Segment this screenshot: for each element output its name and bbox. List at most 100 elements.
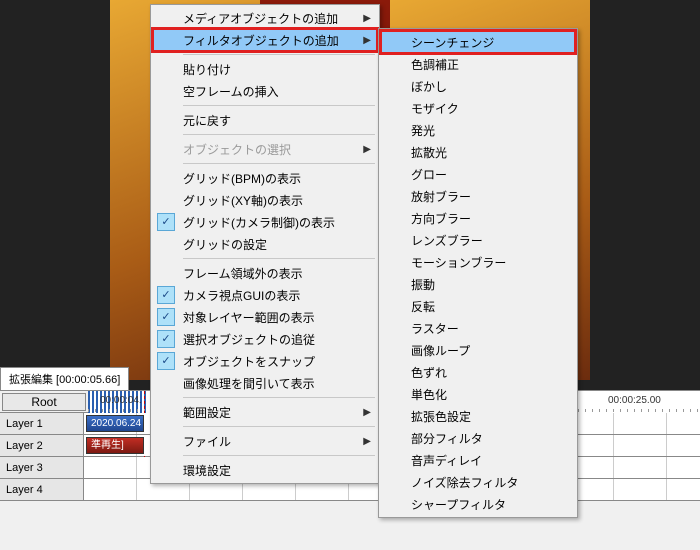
menu-item-label: 方向ブラー — [411, 210, 471, 227]
menu-item[interactable]: グリッドの設定 — [153, 233, 377, 255]
layer-label[interactable]: Layer 4 — [0, 479, 84, 500]
menu-item-label: グリッド(カメラ制御)の表示 — [183, 214, 335, 231]
menu-item-label: モーションブラー — [411, 254, 506, 271]
menu-item: オブジェクトの選択▶ — [153, 138, 377, 160]
menu-item-label: オブジェクトの選択 — [183, 141, 291, 158]
timeline-clip[interactable]: 2020.06.24 - — [86, 415, 144, 432]
menu-item[interactable]: 元に戻す — [153, 109, 377, 131]
menu-item-label: 色ずれ — [411, 364, 447, 381]
check-icon: ✓ — [157, 213, 175, 231]
menu-item[interactable]: メディアオブジェクトの追加 ▶ — [153, 7, 377, 29]
menu-item-label: フィルタオブジェクトの追加 — [183, 32, 339, 49]
check-icon: ✓ — [157, 308, 175, 326]
menu-separator — [183, 455, 375, 456]
menu-item[interactable]: モザイク — [381, 97, 575, 119]
menu-item[interactable]: カメラ視点GUIの表示✓ — [153, 284, 377, 306]
menu-item-label: 環境設定 — [183, 462, 231, 479]
menu-item[interactable]: 対象レイヤー範囲の表示 ✓ — [153, 306, 377, 328]
menu-item[interactable]: グリッド(XY軸)の表示 — [153, 189, 377, 211]
menu-separator — [183, 54, 375, 55]
menu-item[interactable]: 方向ブラー — [381, 207, 575, 229]
menu-item-label: 貼り付け — [183, 61, 231, 78]
menu-item[interactable]: ノイズ除去フィルタ — [381, 471, 575, 493]
chevron-right-icon: ▶ — [363, 407, 371, 418]
menu-item-label: カメラ視点GUIの表示 — [183, 287, 300, 304]
menu-item-label: 拡散光 — [411, 144, 447, 161]
chevron-right-icon: ▶ — [363, 13, 371, 24]
menu-item[interactable]: 色ずれ — [381, 361, 575, 383]
menu-item[interactable]: 画像処理を間引いて表示 — [153, 372, 377, 394]
menu-separator — [183, 134, 375, 135]
menu-item[interactable]: 拡張色設定 — [381, 405, 575, 427]
menu-item[interactable]: フレーム領域外の表示 — [153, 262, 377, 284]
menu-item-label: 元に戻す — [183, 112, 231, 129]
menu-item-label: 振動 — [411, 276, 435, 293]
menu-item-label: メディアオブジェクトの追加 — [183, 10, 338, 27]
menu-item-label: 音声ディレイ — [411, 452, 482, 469]
menu-item[interactable]: 範囲設定▶ — [153, 401, 377, 423]
context-menu-main[interactable]: メディアオブジェクトの追加 ▶ フィルタオブジェクトの追加 ▶ 貼り付け空フレームの挿入… — [150, 4, 380, 484]
menu-separator — [183, 163, 375, 164]
menu-item-label: ラスター — [411, 320, 459, 337]
layer-label[interactable]: Layer 2 — [0, 435, 84, 456]
menu-item[interactable]: 色調補正 — [381, 53, 575, 75]
menu-item[interactable]: フィルタオブジェクトの追加 ▶ — [153, 29, 377, 51]
menu-item[interactable]: 単色化 — [381, 383, 575, 405]
menu-item[interactable]: 貼り付け — [153, 58, 377, 80]
root-button[interactable]: Root — [2, 393, 86, 411]
menu-item[interactable]: グリッド(BPM)の表示 — [153, 167, 377, 189]
timeline-clip[interactable]: 準再生] — [86, 437, 144, 454]
menu-item-label: 単色化 — [411, 386, 447, 403]
menu-item-label: グリッド(BPM)の表示 — [183, 170, 301, 187]
menu-item-label: 画像ループ — [411, 342, 470, 359]
menu-separator — [183, 397, 375, 398]
ruler-time-1: 00:00:04. — [100, 395, 142, 406]
timeline-title: 拡張編集 [00:00:05.66] — [0, 367, 129, 391]
menu-item[interactable]: 放射ブラー — [381, 185, 575, 207]
menu-item-label: シーンチェンジ — [411, 34, 494, 51]
menu-separator — [183, 258, 375, 259]
menu-item[interactable]: 画像ループ — [381, 339, 575, 361]
menu-item-label: フレーム領域外の表示 — [183, 265, 303, 282]
menu-item-label: 対象レイヤー範囲の表示 — [183, 309, 315, 326]
menu-item-label: グリッド(XY軸)の表示 — [183, 192, 303, 209]
menu-item-label: グリッドの設定 — [183, 236, 267, 253]
menu-item[interactable]: オブジェクトをスナップ✓ — [153, 350, 377, 372]
context-submenu-filter[interactable]: シーンチェンジ色調補正ぼかしモザイク発光拡散光グロー放射ブラー方向ブラーレンズブ… — [378, 28, 578, 518]
menu-item[interactable]: 発光 — [381, 119, 575, 141]
menu-item[interactable]: ファイル ▶ — [153, 430, 377, 452]
menu-item[interactable]: ぼかし — [381, 75, 575, 97]
menu-item-label: ノイズ除去フィルタ — [411, 474, 518, 491]
menu-item-label: ぼかし — [411, 78, 447, 95]
menu-item[interactable]: モーションブラー — [381, 251, 575, 273]
menu-item-label: 色調補正 — [411, 56, 459, 73]
menu-item-label: 発光 — [411, 122, 435, 139]
menu-item[interactable]: グリッド(カメラ制御)の表示 ✓ — [153, 211, 377, 233]
menu-item[interactable]: レンズブラー — [381, 229, 575, 251]
menu-item[interactable]: 音声ディレイ — [381, 449, 575, 471]
menu-item-label: 拡張色設定 — [411, 408, 471, 425]
menu-item[interactable]: 部分フィルタ — [381, 427, 575, 449]
menu-item[interactable]: シーンチェンジ — [381, 31, 575, 53]
layer-label[interactable]: Layer 1 — [0, 413, 84, 434]
menu-item[interactable]: ラスター — [381, 317, 575, 339]
menu-item[interactable]: 空フレームの挿入 — [153, 80, 377, 102]
menu-item-label: グロー — [411, 166, 447, 183]
menu-item-label: シャープフィルタ — [411, 496, 506, 513]
menu-item[interactable]: 反転 — [381, 295, 575, 317]
menu-item[interactable]: 拡散光 — [381, 141, 575, 163]
check-icon: ✓ — [157, 330, 175, 348]
chevron-right-icon: ▶ — [363, 35, 371, 46]
menu-item[interactable]: グロー — [381, 163, 575, 185]
menu-item[interactable]: 環境設定 — [153, 459, 377, 481]
menu-item[interactable]: シャープフィルタ — [381, 493, 575, 515]
menu-item-label: ファイル — [183, 433, 231, 450]
layer-label[interactable]: Layer 3 — [0, 457, 84, 478]
menu-item[interactable]: 選択オブジェクトの追従✓ — [153, 328, 377, 350]
menu-item-label: 部分フィルタ — [411, 430, 483, 447]
menu-item-label: レンズブラー — [411, 232, 483, 249]
menu-item-label: 画像処理を間引いて表示 — [183, 375, 315, 392]
menu-item[interactable]: 振動 — [381, 273, 575, 295]
menu-item-label: モザイク — [411, 100, 459, 117]
chevron-right-icon: ▶ — [363, 436, 371, 447]
